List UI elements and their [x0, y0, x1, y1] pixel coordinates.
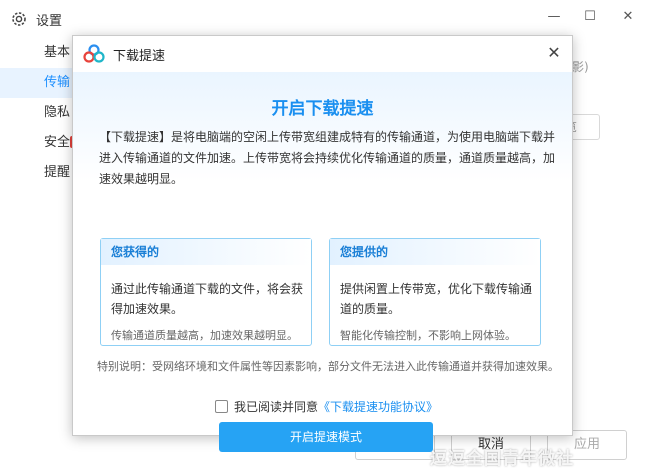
contribution-card: 您提供的 提供闲置上传带宽，优化下载传输通道的质量。 智能化传输控制，不影响上网…: [329, 238, 541, 346]
watermark: 逗逗全国青年微社: [430, 449, 574, 469]
background-text-fragment: 影): [572, 60, 589, 74]
card-description: 通过此传输通道下载的文件，将会获得加速效果。: [111, 282, 304, 316]
download-boost-dialog: 下载提速 ✕ 开启下载提速 【下载提速】是将电脑端的空闲上传带宽组建成特有的传输…: [72, 35, 573, 452]
card-footnote: 智能化传输控制，不影响上网体验。: [340, 329, 516, 342]
dialog-body: 开启下载提速 【下载提速】是将电脑端的空闲上传带宽组建成特有的传输通道，为使用电…: [73, 72, 572, 452]
dialog-header: 下载提速 ✕: [73, 36, 572, 72]
card-heading: 您提供的: [330, 239, 540, 265]
close-icon: ✕: [547, 43, 561, 62]
settings-title: 设置: [36, 14, 63, 29]
agreement-text: 我已阅读并同意: [234, 399, 319, 414]
sidebar-item-privacy[interactable]: 隐私: [0, 98, 80, 128]
settings-sidebar: 基本 传输 隐私 安全 提醒: [0, 38, 80, 470]
enable-boost-button[interactable]: 开启提速模式: [219, 422, 433, 452]
agreement-link[interactable]: 《下载提速功能协议》: [318, 398, 438, 415]
minimize-button[interactable]: —: [540, 4, 568, 28]
window-close-button[interactable]: ✕: [614, 4, 642, 28]
agreement-row: 我已阅读并同意 《下载提速功能协议》: [215, 397, 438, 415]
card-footnote: 传输通道质量越高，加速效果越明显。: [111, 329, 298, 342]
sidebar-item-label: 安全: [44, 135, 71, 150]
special-note: 特别说明：受网络环境和文件属性等因素影响，部分文件无法进入此传输通道并获得加速效…: [97, 360, 559, 373]
maximize-button[interactable]: ☐: [576, 4, 604, 28]
maximize-icon: ☐: [584, 8, 596, 24]
agreement-checkbox[interactable]: [215, 399, 228, 413]
sidebar-item-security[interactable]: 安全: [0, 128, 80, 158]
gear-icon: [12, 12, 26, 26]
minimize-icon: —: [547, 8, 561, 24]
benefit-card: 您获得的 通过此传输通道下载的文件，将会获得加速效果。 传输通道质量越高，加速效…: [100, 238, 312, 346]
close-icon: ✕: [622, 8, 634, 24]
sidebar-item-transfer[interactable]: 传输: [0, 68, 80, 98]
card-heading: 您获得的: [101, 239, 311, 265]
card-description: 提供闲置上传带宽，优化下载传输通道的质量。: [340, 282, 533, 316]
settings-titlebar: 设置 — ☐ ✕: [0, 0, 645, 38]
dialog-title: 下载提速: [113, 49, 166, 64]
dialog-close-button[interactable]: ✕: [543, 42, 565, 64]
intro-paragraph: 【下载提速】是将电脑端的空闲上传带宽组建成特有的传输通道，为使用电脑端下载并进入…: [99, 130, 556, 186]
sidebar-item-reminder[interactable]: 提醒: [0, 158, 80, 188]
sidebar-item-basic[interactable]: 基本: [0, 38, 80, 68]
cloud-logo-icon: [83, 44, 105, 63]
hero-title: 开启下载提速: [271, 99, 374, 119]
